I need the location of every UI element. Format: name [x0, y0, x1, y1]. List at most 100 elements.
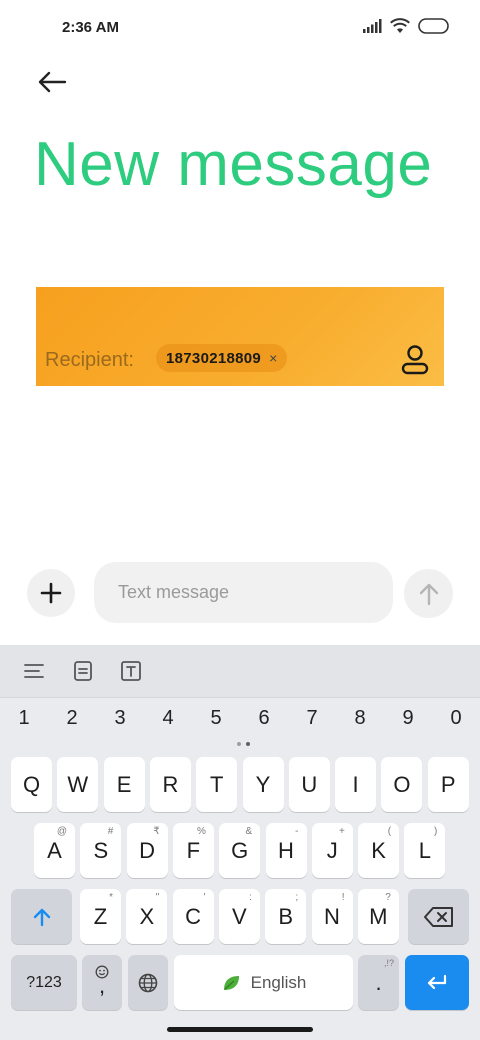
key-hint: :: [249, 892, 252, 903]
number-key-3[interactable]: 3: [100, 707, 140, 730]
number-key-9[interactable]: 9: [388, 707, 428, 730]
recipient-chip[interactable]: 18730218809 ×: [156, 344, 288, 372]
period-key[interactable]: ,!? .: [358, 955, 399, 1010]
add-attachment-button[interactable]: [27, 569, 75, 617]
key-d[interactable]: ₹ D: [126, 823, 168, 878]
key-z[interactable]: * Z: [80, 889, 121, 944]
key-hint: ': [203, 892, 206, 903]
key-hint: ₹: [153, 826, 160, 837]
key-hint: ): [434, 826, 438, 837]
number-key-5[interactable]: 5: [196, 707, 236, 730]
key-label: D: [139, 837, 156, 863]
key-s[interactable]: # S: [80, 823, 122, 878]
text-format-icon[interactable]: [118, 658, 144, 684]
key-hint: %: [196, 826, 206, 837]
key-hint: (: [387, 826, 392, 837]
key-label: C: [185, 903, 202, 929]
key-label: W: [67, 771, 89, 797]
key-o[interactable]: O: [381, 757, 423, 812]
key-q[interactable]: Q: [11, 757, 52, 812]
enter-key[interactable]: [405, 955, 469, 1010]
language-key[interactable]: [128, 955, 168, 1010]
key-x[interactable]: " X: [126, 889, 168, 944]
contacts-button[interactable]: [400, 343, 430, 377]
key-label: T: [209, 771, 224, 797]
key-u[interactable]: U: [288, 757, 330, 812]
key-label: J: [326, 837, 338, 863]
key-h[interactable]: -H: [265, 823, 307, 878]
key-label: L: [418, 837, 432, 863]
key-label: U: [301, 771, 318, 797]
key-n[interactable]: ! N: [311, 889, 353, 944]
key-r[interactable]: R: [149, 757, 191, 812]
key-i[interactable]: I: [335, 757, 377, 812]
key-label: X: [139, 903, 155, 929]
key-label: V: [232, 903, 247, 929]
text-message-input[interactable]: [94, 562, 393, 623]
key-l[interactable]: ) L: [404, 823, 446, 878]
globe-icon: [138, 973, 158, 992]
chip-remove-icon[interactable]: ×: [269, 351, 277, 365]
shift-key[interactable]: [11, 889, 72, 944]
key-label: Z: [93, 903, 108, 929]
home-indicator[interactable]: [167, 1027, 313, 1032]
status-icons: [362, 18, 450, 34]
key-label: O: [393, 771, 411, 797]
key-a[interactable]: @ A: [34, 823, 75, 878]
number-key-8[interactable]: 8: [340, 707, 380, 730]
key-k[interactable]: (K: [358, 823, 400, 878]
key-v[interactable]: :V: [218, 889, 260, 944]
key-label: M: [369, 903, 388, 929]
key-label: I: [352, 771, 359, 797]
key-w[interactable]: W: [57, 757, 99, 812]
comma-key-label: ,: [98, 972, 106, 998]
wifi-icon: [390, 18, 410, 33]
arrow-left-icon: [38, 71, 67, 93]
page-title: New message: [34, 130, 433, 199]
number-key-2[interactable]: 2: [52, 707, 92, 730]
key-hint: !: [341, 892, 345, 903]
key-hint: +: [338, 826, 345, 837]
status-time: 2:36 AM: [62, 19, 119, 36]
emoji-comma-key[interactable]: ,: [82, 955, 122, 1010]
recipient-label: Recipient:: [45, 349, 134, 371]
number-key-6[interactable]: 6: [244, 707, 284, 730]
key-b[interactable]: ; B: [265, 889, 307, 944]
number-key-0[interactable]: 0: [436, 707, 476, 730]
leaf-icon: [223, 975, 239, 990]
symbols-key-label: ?123: [26, 973, 62, 991]
back-button[interactable]: [30, 62, 74, 102]
symbols-key[interactable]: ?123: [11, 955, 77, 1010]
keyboard-toolbar: [0, 645, 480, 698]
key-label: Y: [255, 771, 271, 797]
space-key[interactable]: English: [174, 955, 353, 1010]
key-g[interactable]: & G: [219, 823, 261, 878]
number-key-7[interactable]: 7: [292, 707, 332, 730]
key-f[interactable]: % F: [172, 823, 214, 878]
plus-icon: [40, 582, 62, 604]
key-hint: &: [245, 826, 253, 837]
key-p[interactable]: P: [427, 757, 469, 812]
key-label: E: [116, 771, 132, 797]
number-key-1[interactable]: 1: [4, 707, 44, 730]
key-label: B: [278, 903, 294, 929]
send-button[interactable]: [404, 569, 453, 618]
clipboard-icon[interactable]: [70, 658, 96, 684]
key-label: A: [47, 837, 62, 863]
menu-lines-icon[interactable]: [21, 658, 47, 684]
recipient-panel[interactable]: Recipient: 18730218809 ×: [36, 287, 444, 386]
recipient-chip-number: 18730218809: [166, 349, 262, 367]
arrow-up-icon: [419, 583, 438, 605]
backspace-key[interactable]: [408, 889, 469, 944]
key-c[interactable]: ' C: [172, 889, 214, 944]
number-key-4[interactable]: 4: [148, 707, 188, 730]
key-j[interactable]: + J: [311, 823, 353, 878]
key-hint: @: [56, 826, 67, 837]
key-m[interactable]: ? M: [357, 889, 399, 944]
key-y[interactable]: Y: [242, 757, 284, 812]
space-key-label: English: [250, 972, 307, 992]
key-t[interactable]: T: [196, 757, 238, 812]
key-e[interactable]: E: [103, 757, 145, 812]
keyboard-page-dots: [237, 742, 250, 746]
key-label: S: [93, 837, 109, 863]
